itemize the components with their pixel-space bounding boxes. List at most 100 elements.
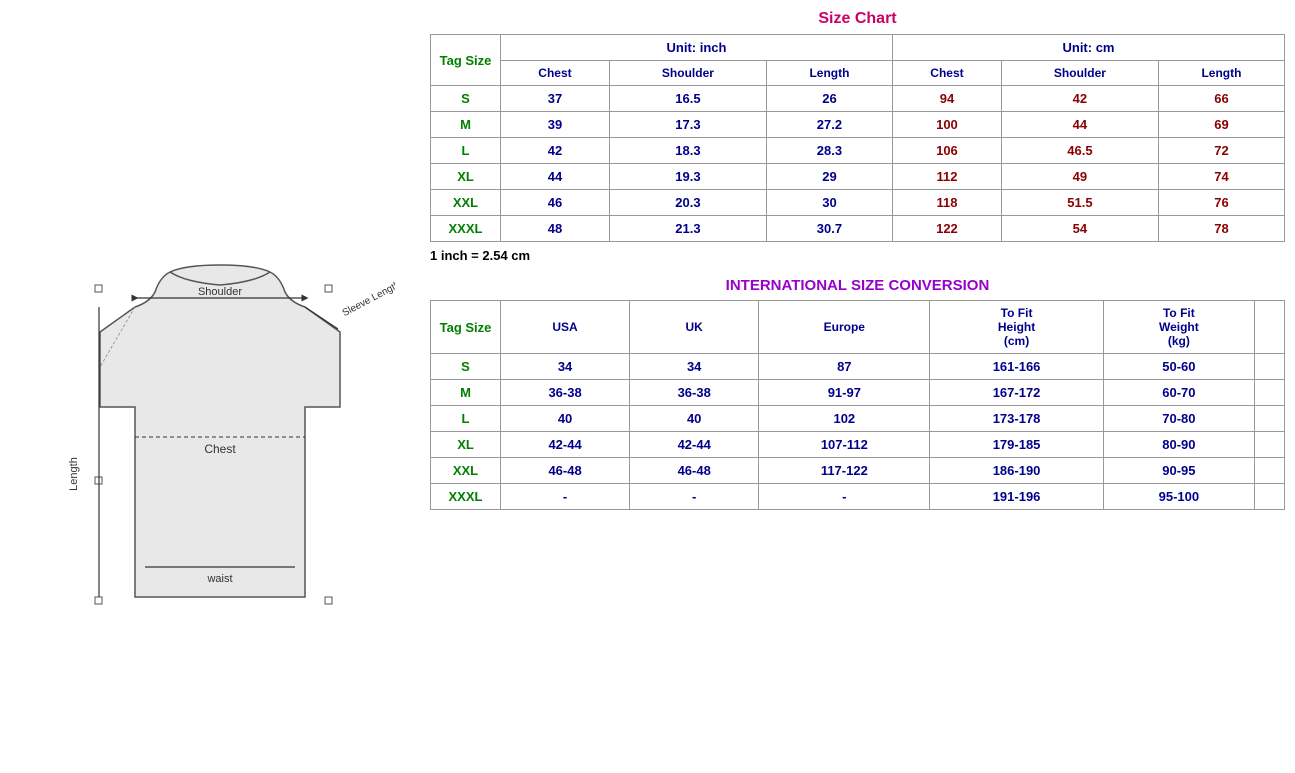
table-row: XXL 46-48 46-48 117-122 186-190 90-95 xyxy=(431,458,1285,484)
tag-size-cell: S xyxy=(431,86,501,112)
weight-val: 90-95 xyxy=(1103,458,1254,484)
usa-val: 40 xyxy=(501,406,630,432)
length-cm: 78 xyxy=(1158,216,1284,242)
unit-cm-header: Unit: cm xyxy=(892,35,1284,61)
left-panel: Shoulder Sleeve Length Length Chest wais… xyxy=(0,0,430,773)
table-row: XXXL 48 21.3 30.7 122 54 78 xyxy=(431,216,1285,242)
length-inch: 28.3 xyxy=(766,138,892,164)
europe-val: 87 xyxy=(759,354,930,380)
shoulder-inch: 17.3 xyxy=(609,112,766,138)
uk-val: 40 xyxy=(630,406,759,432)
conv-height-header: To FitHeight(cm) xyxy=(930,301,1103,354)
conversion-title: INTERNATIONAL SIZE CONVERSION xyxy=(430,269,1285,300)
conv-empty-cell xyxy=(1255,458,1285,484)
height-val: 173-178 xyxy=(930,406,1103,432)
height-val: 167-172 xyxy=(930,380,1103,406)
size-chart-title: Size Chart xyxy=(430,10,1285,28)
tag-size-cell: XXL xyxy=(431,190,501,216)
svg-text:Length: Length xyxy=(68,457,80,491)
chest-cm: 94 xyxy=(892,86,1001,112)
table-row: S 34 34 87 161-166 50-60 xyxy=(431,354,1285,380)
conv-weight-header: To FitWeight(kg) xyxy=(1103,301,1254,354)
height-val: 186-190 xyxy=(930,458,1103,484)
table-row: L 40 40 102 173-178 70-80 xyxy=(431,406,1285,432)
inch-length-header: Length xyxy=(766,61,892,86)
length-inch: 30.7 xyxy=(766,216,892,242)
tag-size-cell: M xyxy=(431,112,501,138)
svg-text:Shoulder: Shoulder xyxy=(198,286,242,298)
chest-cm: 118 xyxy=(892,190,1001,216)
uk-val: 34 xyxy=(630,354,759,380)
cm-shoulder-header: Shoulder xyxy=(1001,61,1158,86)
chest-inch: 37 xyxy=(501,86,610,112)
length-cm: 74 xyxy=(1158,164,1284,190)
inch-note: 1 inch = 2.54 cm xyxy=(430,248,1285,263)
length-cm: 76 xyxy=(1158,190,1284,216)
height-val: 161-166 xyxy=(930,354,1103,380)
weight-val: 70-80 xyxy=(1103,406,1254,432)
usa-val: 36-38 xyxy=(501,380,630,406)
tag-size-cell: XL xyxy=(431,164,501,190)
table-row: XL 44 19.3 29 112 49 74 xyxy=(431,164,1285,190)
conv-empty-cell xyxy=(1255,354,1285,380)
europe-val: 117-122 xyxy=(759,458,930,484)
chest-cm: 112 xyxy=(892,164,1001,190)
shoulder-cm: 51.5 xyxy=(1001,190,1158,216)
chest-inch: 44 xyxy=(501,164,610,190)
svg-text:Sleeve Length: Sleeve Length xyxy=(341,279,395,319)
conv-empty-cell xyxy=(1255,380,1285,406)
usa-val: 46-48 xyxy=(501,458,630,484)
europe-val: 102 xyxy=(759,406,930,432)
length-cm: 72 xyxy=(1158,138,1284,164)
chest-inch: 48 xyxy=(501,216,610,242)
weight-val: 60-70 xyxy=(1103,380,1254,406)
tshirt-diagram: Shoulder Sleeve Length Length Chest wais… xyxy=(35,107,395,667)
table-row: XXL 46 20.3 30 118 51.5 76 xyxy=(431,190,1285,216)
conv-tag-cell: XXXL xyxy=(431,484,501,510)
shoulder-inch: 18.3 xyxy=(609,138,766,164)
conv-empty-cell xyxy=(1255,432,1285,458)
tag-size-cell: XXXL xyxy=(431,216,501,242)
svg-text:waist: waist xyxy=(206,573,232,585)
conv-tag-cell: M xyxy=(431,380,501,406)
table-row: L 42 18.3 28.3 106 46.5 72 xyxy=(431,138,1285,164)
chest-inch: 46 xyxy=(501,190,610,216)
uk-val: 46-48 xyxy=(630,458,759,484)
conv-tag-header: Tag Size xyxy=(431,301,501,354)
weight-val: 95-100 xyxy=(1103,484,1254,510)
europe-val: 91-97 xyxy=(759,380,930,406)
weight-val: 50-60 xyxy=(1103,354,1254,380)
shoulder-cm: 42 xyxy=(1001,86,1158,112)
inch-shoulder-header: Shoulder xyxy=(609,61,766,86)
shoulder-cm: 44 xyxy=(1001,112,1158,138)
usa-val: - xyxy=(501,484,630,510)
svg-text:Chest: Chest xyxy=(204,442,236,456)
chest-cm: 106 xyxy=(892,138,1001,164)
tag-size-cell: L xyxy=(431,138,501,164)
chest-cm: 100 xyxy=(892,112,1001,138)
cm-length-header: Length xyxy=(1158,61,1284,86)
shoulder-inch: 21.3 xyxy=(609,216,766,242)
europe-val: 107-112 xyxy=(759,432,930,458)
right-panel: Size Chart Tag Size Unit: inch Unit: cm … xyxy=(430,0,1295,773)
length-cm: 69 xyxy=(1158,112,1284,138)
shoulder-cm: 49 xyxy=(1001,164,1158,190)
length-inch: 29 xyxy=(766,164,892,190)
uk-val: 42-44 xyxy=(630,432,759,458)
size-chart-table: Tag Size Unit: inch Unit: cm Chest Shoul… xyxy=(430,34,1285,242)
shoulder-inch: 19.3 xyxy=(609,164,766,190)
conv-tag-cell: S xyxy=(431,354,501,380)
conv-empty-cell xyxy=(1255,406,1285,432)
tag-size-header: Tag Size xyxy=(431,35,501,86)
europe-val: - xyxy=(759,484,930,510)
shoulder-inch: 16.5 xyxy=(609,86,766,112)
chest-inch: 42 xyxy=(501,138,610,164)
shoulder-cm: 54 xyxy=(1001,216,1158,242)
table-row: XXXL - - - 191-196 95-100 xyxy=(431,484,1285,510)
conv-uk-header: UK xyxy=(630,301,759,354)
conv-usa-header: USA xyxy=(501,301,630,354)
conv-empty-header xyxy=(1255,301,1285,354)
uk-val: - xyxy=(630,484,759,510)
table-row: S 37 16.5 26 94 42 66 xyxy=(431,86,1285,112)
uk-val: 36-38 xyxy=(630,380,759,406)
